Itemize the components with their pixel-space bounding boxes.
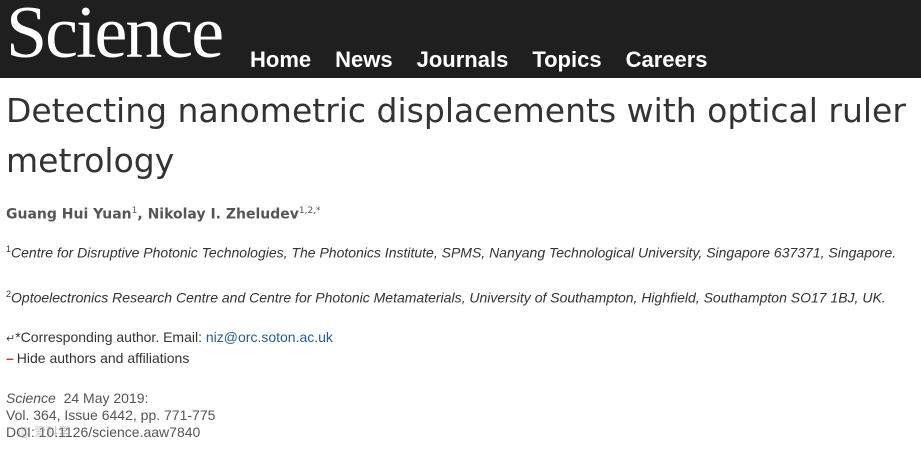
author-sup: 1 [131,206,138,216]
affiliation-text: Optoelectronics Research Centre and Cent… [11,289,886,306]
hide-authors-toggle[interactable]: – Hide authors and affiliations [6,350,189,366]
science-logo[interactable]: Science [6,0,224,70]
author-name[interactable]: Nikolay I. Zheludev [148,207,299,223]
affiliation-1: 1Centre for Disruptive Photonic Technolo… [6,240,911,263]
nav-home[interactable]: Home [250,49,311,71]
corresponding-label: *Corresponding author. Email: [15,329,206,345]
return-arrow-icon: ↵ [6,333,16,345]
affiliation-text: Centre for Disruptive Photonic Technolog… [11,244,897,261]
author-list: Guang Hui Yuan1, Nikolay I. Zheludev1,2,… [6,206,321,223]
minus-icon: – [6,350,14,366]
hide-authors-label: Hide authors and affiliations [16,350,190,366]
watermark: @ 爱科学 [18,425,70,439]
nav-topics[interactable]: Topics [532,49,601,71]
corresponding-author: ↵*Corresponding author. Email: niz@orc.s… [6,329,333,345]
article-title: Detecting nanometric displacements with … [6,91,906,180]
citation-journal: Science [6,390,56,406]
nav-journals[interactable]: Journals [417,49,509,71]
author-sup: 1,2,* [298,206,321,216]
main-nav: Home News Journals Topics Careers [250,49,732,71]
citation-volume: Vol. 364, Issue 6442, pp. 771-775 [6,407,216,423]
corresponding-email-link[interactable]: niz@orc.soton.ac.uk [206,329,333,345]
affiliation-2: 2Optoelectronics Research Centre and Cen… [6,285,911,308]
top-navigation-bar: Science Home News Journals Topics Career… [0,0,921,78]
citation-date-line: Science 24 May 2019: [6,390,215,407]
nav-careers[interactable]: Careers [626,49,708,71]
author-name[interactable]: Guang Hui Yuan [6,207,132,223]
nav-news[interactable]: News [335,49,392,71]
citation-date: 24 May 2019: [63,390,149,406]
